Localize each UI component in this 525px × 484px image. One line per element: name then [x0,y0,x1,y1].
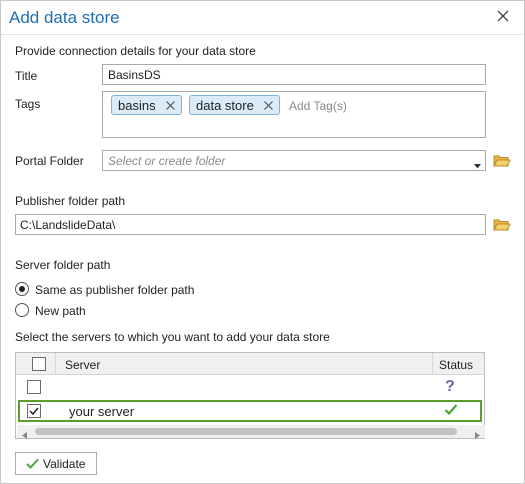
tag-chip-data-store: data store [189,95,280,115]
grid-header: Server Status [16,353,484,375]
portal-folder-placeholder: Select or create folder [108,153,226,168]
dialog-title: Add data store [9,8,120,27]
checkmark-icon [444,403,458,419]
column-header-server[interactable]: Server [65,358,100,372]
title-input-value: BasinsDS [108,67,161,82]
table-row[interactable]: ? [16,376,484,399]
select-all-checkbox[interactable] [32,357,46,371]
folder-browse-icon[interactable] [493,154,511,168]
server-name: your server [69,404,135,419]
add-data-store-dialog: Add data store Provide connection detail… [0,0,525,484]
add-tag-placeholder[interactable]: Add Tag(s) [289,99,347,113]
servers-grid: Server Status ? your server [15,352,485,439]
tag-chip-basins: basins [111,95,182,115]
publisher-path-label: Publisher folder path [15,194,126,208]
validate-label: Validate [43,456,86,471]
publisher-path-input[interactable]: C:\LandslideData\ [15,214,486,235]
tag-chip-label: data store [196,97,254,113]
radio-selected-dot [19,286,25,292]
title-separator [1,34,524,35]
row-checkbox[interactable] [27,404,41,418]
tag-chip-label: basins [118,97,156,113]
horizontal-scrollbar[interactable] [17,425,485,439]
server-path-label: Server folder path [15,258,111,272]
column-header-status[interactable]: Status [439,358,473,372]
tags-input[interactable]: basins data store Add Tag(s) [102,91,486,138]
column-divider [55,353,56,375]
table-row[interactable]: your server [18,400,482,422]
radio-same-as-publisher[interactable] [15,282,29,296]
close-icon[interactable] [495,8,511,24]
validate-button[interactable]: Validate [15,452,97,475]
column-divider [432,353,433,375]
chevron-down-icon [474,158,481,172]
radio-same-as-publisher-label[interactable]: Same as publisher folder path [35,283,194,297]
radio-new-path-label[interactable]: New path [35,304,86,318]
title-label: Title [15,69,38,83]
checkmark-icon [26,458,39,469]
radio-new-path[interactable] [15,303,29,317]
publisher-path-value: C:\LandslideData\ [20,217,116,232]
scroll-left-icon[interactable] [22,428,27,442]
scroll-right-icon[interactable] [475,428,480,442]
portal-folder-dropdown[interactable]: Select or create folder [102,150,486,171]
connection-details-heading: Provide connection details for your data… [15,44,256,58]
remove-tag-icon[interactable] [165,100,176,111]
servers-prompt: Select the servers to which you want to … [15,330,330,344]
question-icon: ? [445,378,455,395]
scrollbar-thumb[interactable] [35,428,457,435]
tags-label: Tags [15,97,41,111]
folder-browse-icon[interactable] [493,218,511,232]
row-checkbox[interactable] [27,380,41,394]
title-input[interactable]: BasinsDS [102,64,486,85]
portal-folder-label: Portal Folder [15,154,84,168]
remove-tag-icon[interactable] [263,100,274,111]
